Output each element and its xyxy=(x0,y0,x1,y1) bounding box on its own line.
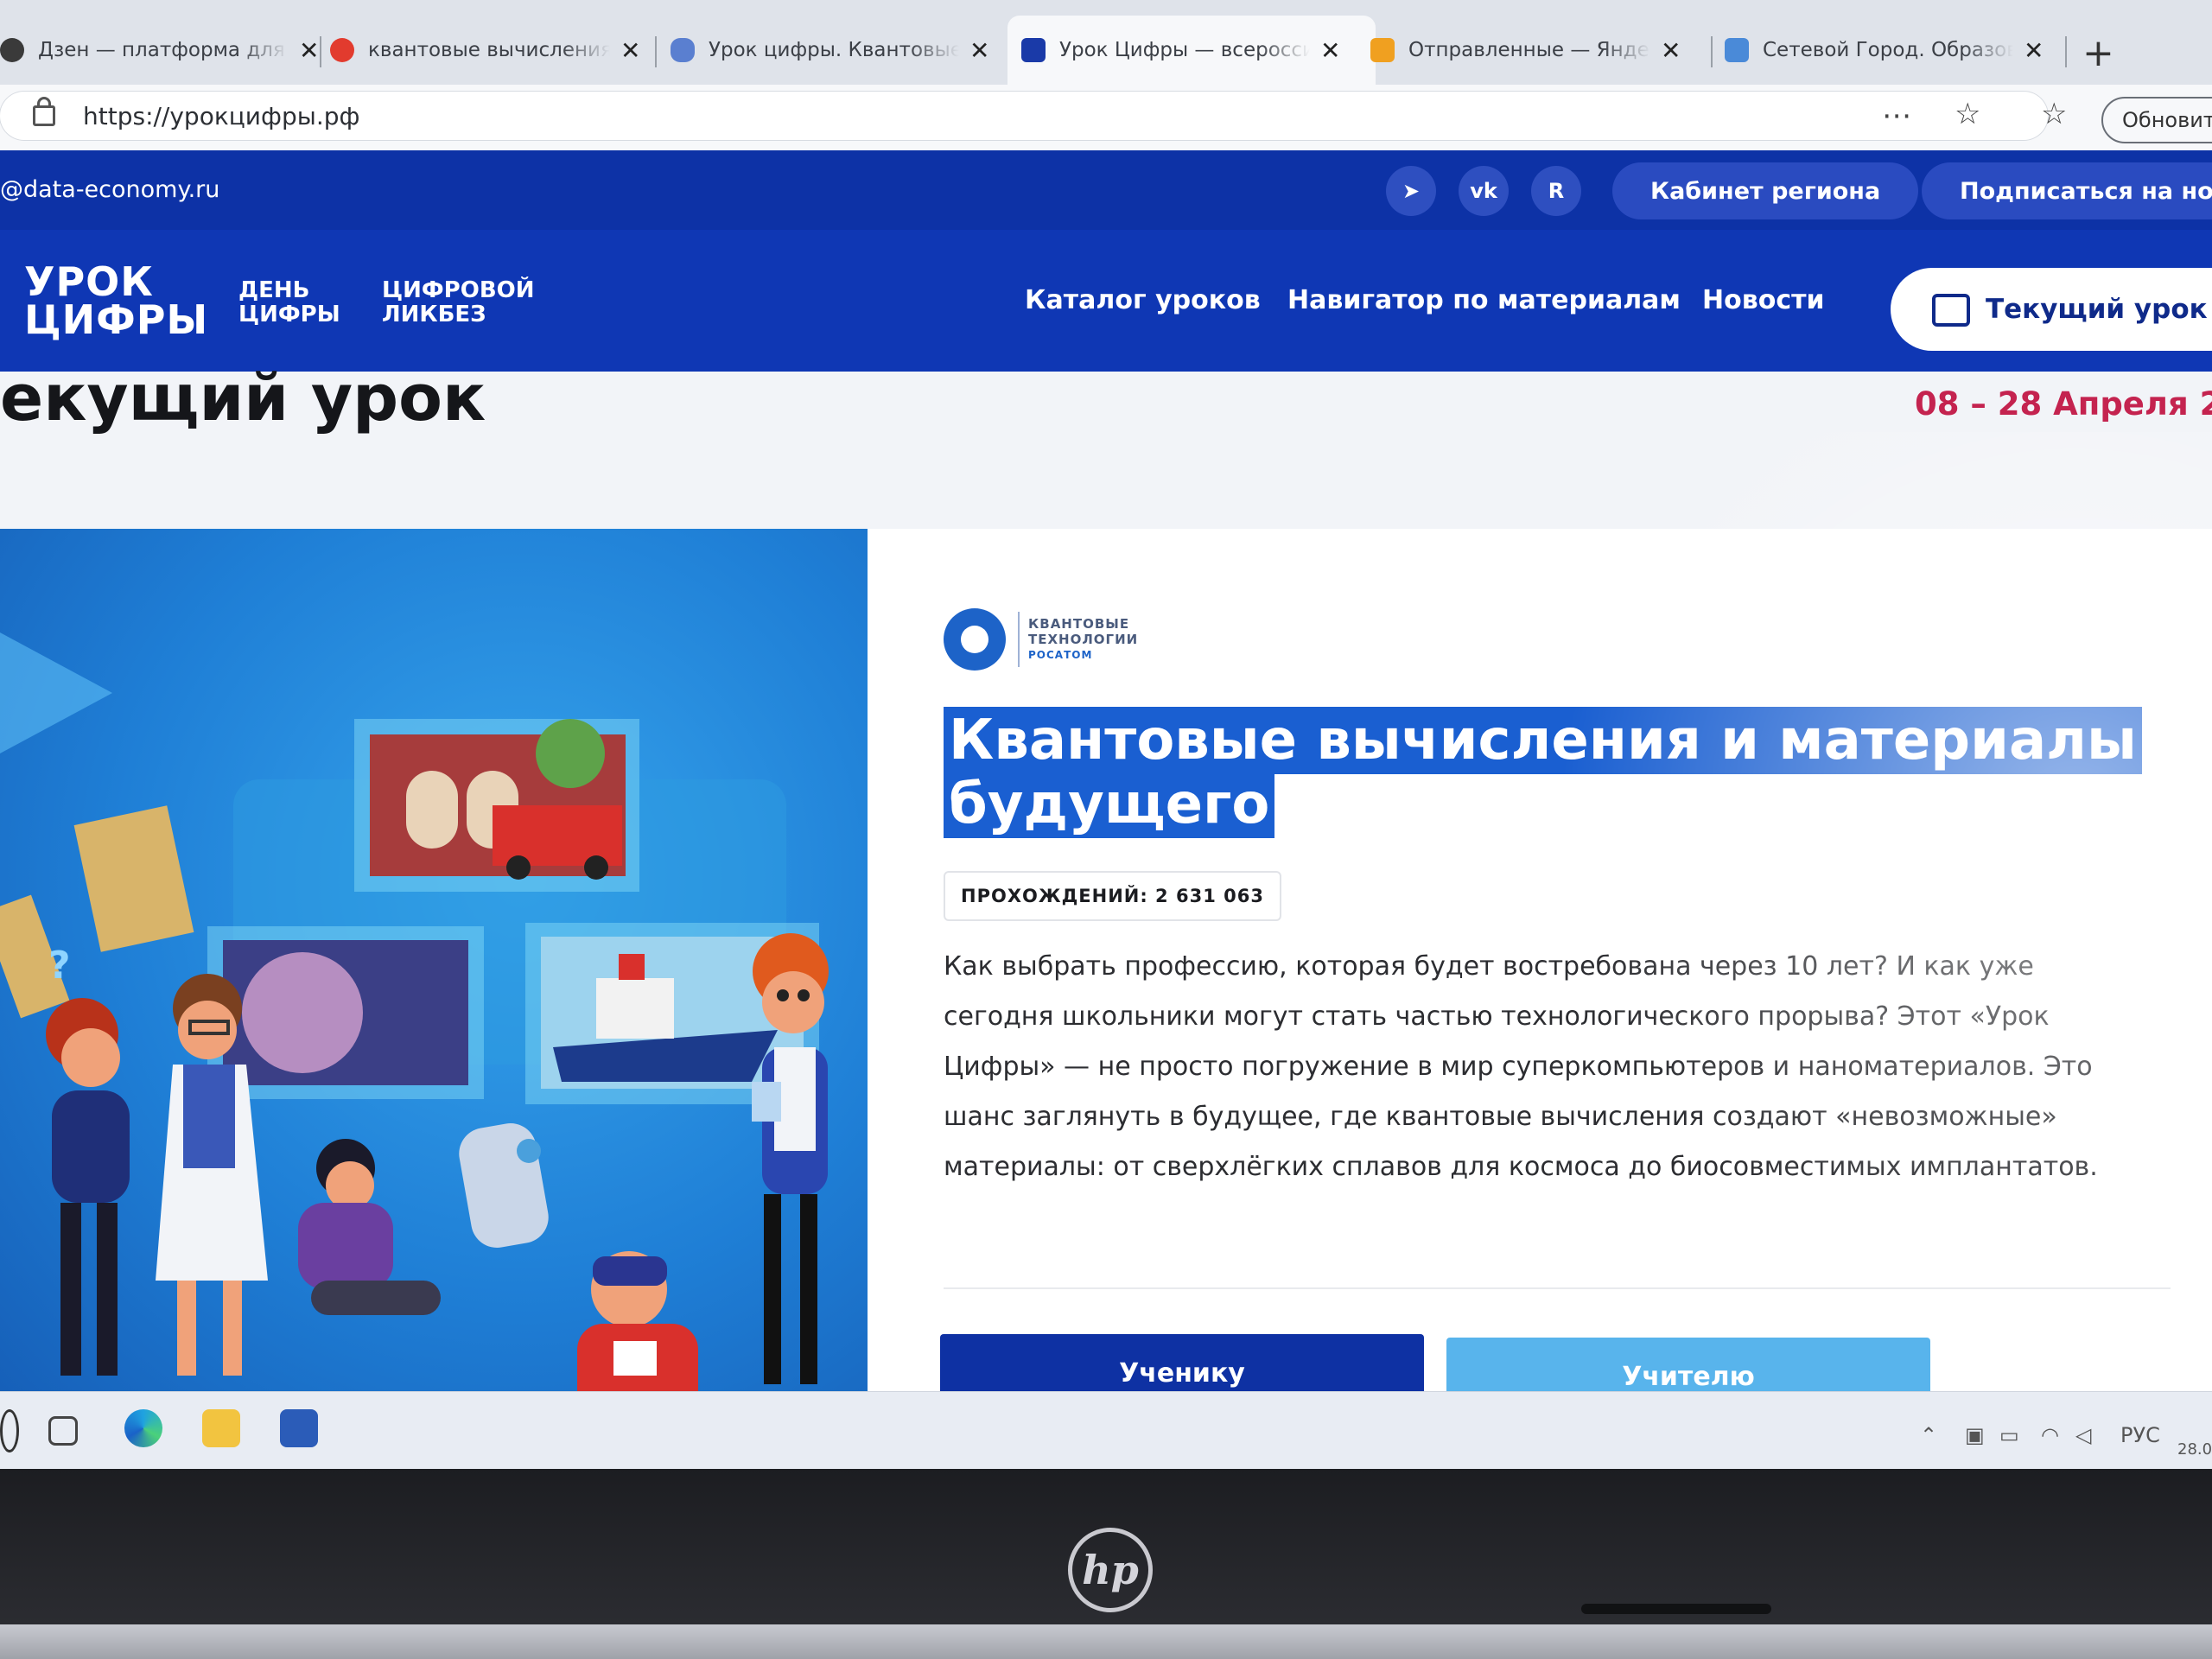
site-top-strip: @data-economy.ru ➤ vk R Кабинет региона … xyxy=(0,150,2212,230)
file-explorer-icon[interactable] xyxy=(202,1409,240,1447)
rosatom-logo-icon xyxy=(944,608,1006,671)
completions-badge: ПРОХОЖДЕНИЙ: 2 631 063 xyxy=(944,871,1281,921)
lesson-illustration: ? xyxy=(0,529,868,1403)
clock-date[interactable]: 28.0 xyxy=(2177,1440,2212,1459)
brand-divider xyxy=(1018,612,1020,667)
lesson-card: КВАНТОВЫЕ ТЕХНОЛОГИИ РОСАТОМ Квантовые в… xyxy=(868,529,2212,1415)
task-view-icon[interactable] xyxy=(48,1416,78,1446)
tab-search-quantum[interactable]: квантовые вычисления и ✕ xyxy=(327,16,650,85)
tab-setevoy-gorod[interactable]: Сетевой Город. Образова ✕ xyxy=(1725,16,2053,85)
contact-email[interactable]: @data-economy.ru xyxy=(0,176,219,203)
word-icon[interactable] xyxy=(280,1409,318,1447)
tab-urok-cifry-active[interactable]: Урок Цифры — всеросси ✕ xyxy=(1007,16,1376,85)
close-tab-icon[interactable]: ✕ xyxy=(1661,36,1681,65)
refresh-button[interactable]: Обновить xyxy=(2101,97,2212,143)
nav-materials-navigator[interactable]: Навигатор по материалам xyxy=(1287,285,1681,315)
address-bar-row: https://урокцифры.рф ⋯ ☆ ☆ xyxy=(0,85,2212,150)
close-tab-icon[interactable]: ✕ xyxy=(620,36,640,65)
tab-urok-cifry-quantum[interactable]: Урок цифры. Квантовые в ✕ xyxy=(671,16,999,85)
tab-separator xyxy=(2065,36,2067,67)
robot-icon xyxy=(1932,294,1970,327)
tab-separator xyxy=(655,36,657,67)
url-text[interactable]: https://урокцифры.рф xyxy=(83,102,359,130)
search-icon[interactable] xyxy=(0,1409,19,1452)
wifi-icon[interactable]: ◠ xyxy=(2041,1423,2059,1447)
tab-separator xyxy=(1711,36,1713,67)
favorite-star-icon[interactable]: ☆ xyxy=(1955,97,1980,131)
urok-cifry-logo[interactable]: УРОК ЦИФРЫ xyxy=(0,262,208,340)
close-tab-icon[interactable]: ✕ xyxy=(299,36,319,65)
illustration-art: ? xyxy=(0,632,829,1403)
telegram-icon[interactable]: ➤ xyxy=(1386,166,1436,216)
subscribe-button[interactable]: Подписаться на ново xyxy=(1922,162,2212,219)
current-lesson-button[interactable]: Текущий урок xyxy=(1891,268,2212,351)
urok-cifry-favicon-icon xyxy=(1021,38,1046,62)
svg-text:?: ? xyxy=(48,944,71,988)
tab-yandex-mail[interactable]: Отправленные — Яндекс ✕ xyxy=(1370,16,1699,85)
close-tab-icon[interactable]: ✕ xyxy=(1320,36,1340,65)
close-tab-icon[interactable]: ✕ xyxy=(2024,36,2044,65)
lesson-description: Как выбрать профессию, которая будет вос… xyxy=(944,951,2098,1182)
lock-icon[interactable] xyxy=(33,97,55,126)
nav-news[interactable]: Новости xyxy=(1702,285,1825,315)
laptop-base xyxy=(0,1624,2212,1659)
windows-taskbar: ⌃ ▣ ▭ ◠ ◁ РУС 28.0 xyxy=(0,1391,2212,1469)
cifrovoy-likbez-link[interactable]: ЦИФРОВОЙ ЛИКБЕЗ xyxy=(382,278,535,327)
chevron-up-icon[interactable]: ⌃ xyxy=(1920,1423,1937,1447)
tab-separator xyxy=(320,36,321,67)
new-tab-icon[interactable]: + xyxy=(2082,31,2114,75)
page-title: екущий урок xyxy=(0,361,486,435)
lesson-title: Квантовые вычисления и материалы будущег… xyxy=(944,707,2142,838)
region-cabinet-button[interactable]: Кабинет региона xyxy=(1612,162,1919,219)
laptop-hinge-vent xyxy=(1581,1604,1771,1614)
meet-icon[interactable]: ▣ xyxy=(1965,1423,1985,1447)
close-tab-icon[interactable]: ✕ xyxy=(969,36,989,65)
section-divider xyxy=(944,1287,2171,1289)
favorites-list-icon[interactable]: ☆ xyxy=(2041,97,2067,131)
volume-icon[interactable]: ◁ xyxy=(2075,1423,2091,1447)
main-navigation: УРОК ЦИФРЫ ДЕНЬ ЦИФРЫ ЦИФРОВОЙ ЛИКБЕЗ Ка… xyxy=(0,230,2212,372)
hp-logo-icon: hp xyxy=(1068,1528,1153,1612)
language-indicator[interactable]: РУС xyxy=(2120,1423,2160,1447)
more-options-icon[interactable]: ⋯ xyxy=(1882,99,1911,133)
setevoy-gorod-favicon-icon xyxy=(1725,38,1749,62)
vk-icon[interactable]: vk xyxy=(1459,166,1509,216)
battery-icon[interactable]: ▭ xyxy=(1999,1423,2019,1447)
den-cifry-link[interactable]: ДЕНЬ ЦИФРЫ xyxy=(238,278,340,327)
yandex-favicon-icon xyxy=(330,38,354,62)
edge-browser-icon[interactable] xyxy=(124,1409,162,1447)
emblem-favicon-icon xyxy=(671,38,695,62)
quantum-technologies-brand: КВАНТОВЫЕ ТЕХНОЛОГИИ РОСАТОМ xyxy=(944,608,1138,671)
rutube-icon[interactable]: R xyxy=(1531,166,1581,216)
laptop-screen: Дзен — платформа для пр ✕ квантовые вычи… xyxy=(0,0,2212,1469)
address-bar[interactable]: https://урокцифры.рф xyxy=(0,92,2048,140)
tab-dzen[interactable]: Дзен — платформа для пр ✕ xyxy=(0,16,320,85)
dzen-favicon-icon xyxy=(0,38,24,62)
lesson-dates: 08 – 28 Апреля 20 xyxy=(1915,385,2212,423)
nav-lesson-catalog[interactable]: Каталог уроков xyxy=(1025,285,1261,315)
browser-tab-bar: Дзен — платформа для пр ✕ квантовые вычи… xyxy=(0,0,2212,85)
mail-favicon-icon xyxy=(1370,38,1395,62)
